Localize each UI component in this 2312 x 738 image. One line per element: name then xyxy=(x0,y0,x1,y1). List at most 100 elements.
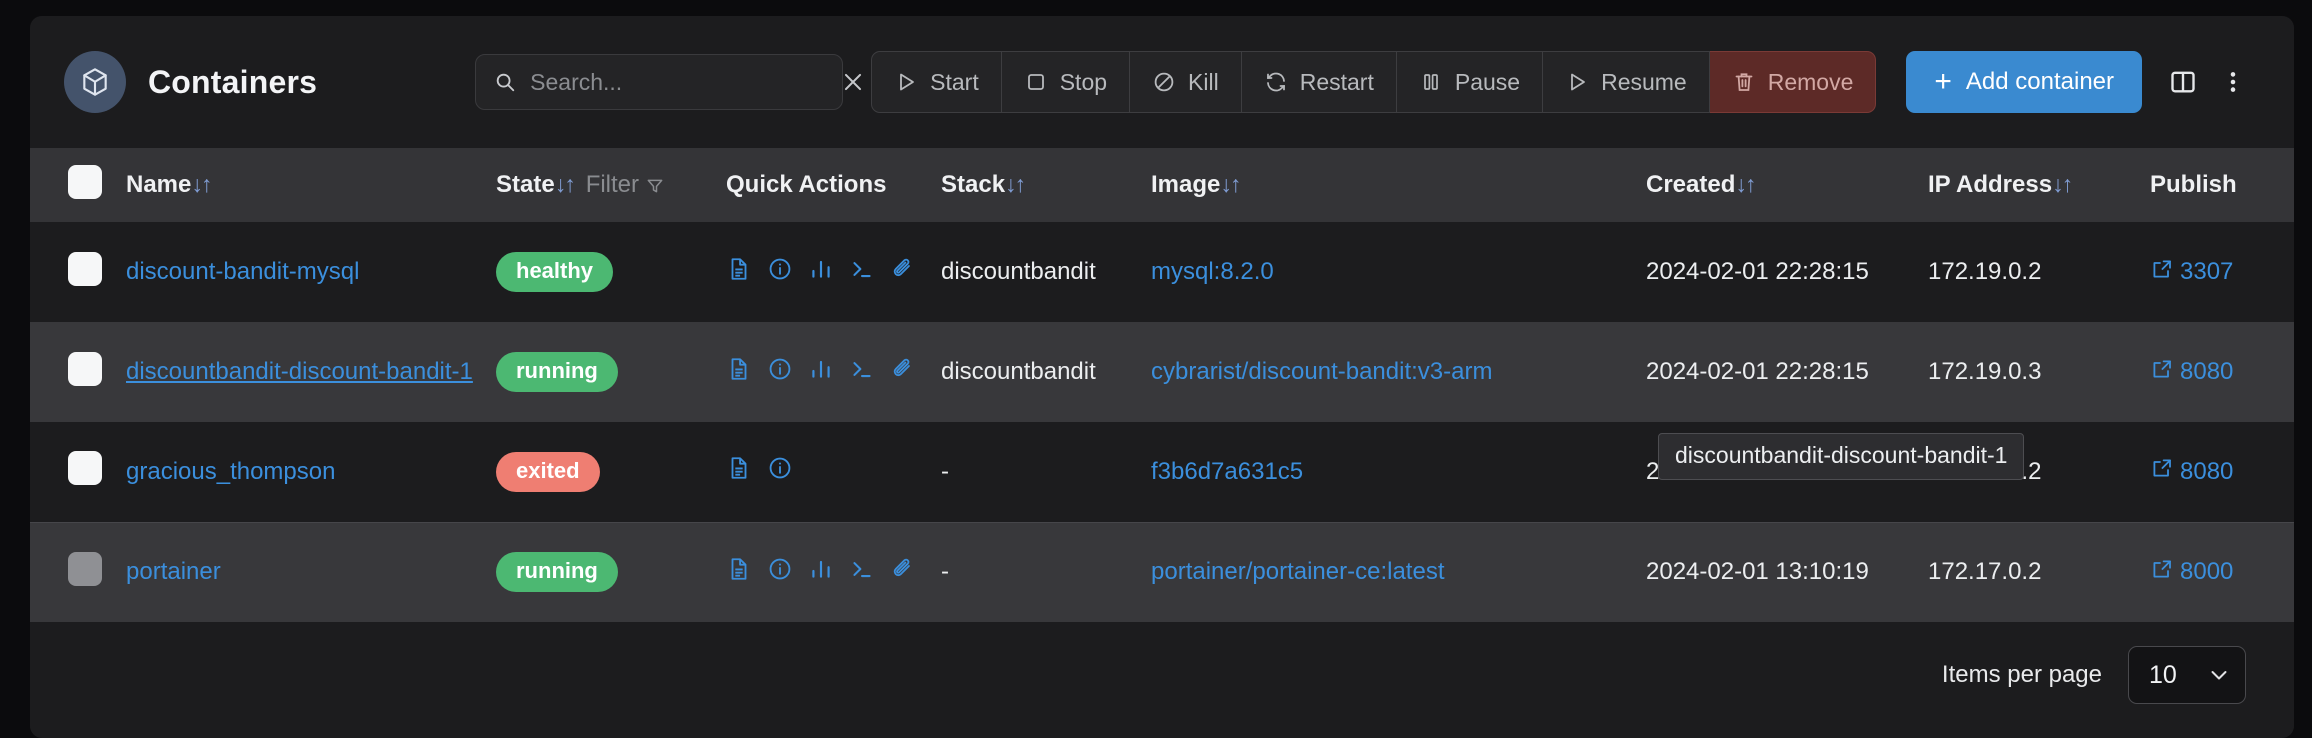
console-icon[interactable] xyxy=(849,256,875,289)
logs-icon[interactable] xyxy=(726,455,752,488)
stop-button-label: Stop xyxy=(1059,68,1108,95)
attach-icon[interactable] xyxy=(890,356,916,389)
stats-icon[interactable] xyxy=(808,256,834,289)
remove-button-label: Remove xyxy=(1767,68,1854,95)
container-name-link[interactable]: discount-bandit-mysql xyxy=(126,258,359,285)
column-header-stack[interactable]: Stack↓↑ xyxy=(941,148,1151,222)
image-link[interactable]: mysql:8.2.0 xyxy=(1151,258,1274,285)
cell-quick-actions xyxy=(726,222,941,322)
cell-published-ports: 3307 xyxy=(2150,222,2294,322)
column-header-created[interactable]: Created↓↑ xyxy=(1646,148,1928,222)
row-checkbox[interactable] xyxy=(68,351,102,386)
start-button[interactable]: Start xyxy=(871,51,1002,113)
logs-icon[interactable] xyxy=(726,356,752,389)
external-link-icon xyxy=(2150,456,2174,487)
sort-icon: ↓↑ xyxy=(1735,171,1756,197)
info-icon[interactable] xyxy=(767,356,793,389)
play-icon xyxy=(900,73,915,91)
search-input[interactable] xyxy=(530,68,827,96)
published-port-link[interactable]: 3307 xyxy=(2150,257,2294,288)
table-row[interactable]: discount-bandit-mysql healthy discountband… xyxy=(30,222,2294,322)
resume-button[interactable]: Resume xyxy=(1543,51,1710,113)
cell-name: gracious_thompson xyxy=(126,422,496,522)
add-container-button[interactable]: + Add container xyxy=(1906,51,2143,113)
plus-icon: + xyxy=(1934,65,1952,98)
console-icon[interactable] xyxy=(849,356,875,389)
logs-icon[interactable] xyxy=(726,256,752,289)
cell-published-ports: 8080 xyxy=(2150,422,2294,522)
stats-icon[interactable] xyxy=(808,556,834,589)
row-select-cell xyxy=(30,422,126,522)
container-name-link[interactable]: gracious_thompson xyxy=(126,458,335,485)
title-group: Containers xyxy=(64,51,317,113)
row-checkbox[interactable] xyxy=(68,451,102,486)
restart-button-label: Restart xyxy=(1299,68,1374,95)
column-header-stack-label: Stack xyxy=(941,171,1006,198)
published-port-link[interactable]: 8000 xyxy=(2150,557,2294,588)
column-header-published-label: Publish xyxy=(2150,171,2237,198)
cell-ip-address: 172.19.0.3 xyxy=(1928,358,2042,385)
table-header: Name↓↑ State↓↑ Filter Quick Actions Stack… xyxy=(30,148,2294,222)
table-row[interactable]: discountbandit-discount-bandit-1 running d… xyxy=(30,322,2294,422)
items-per-page-label: Items per page xyxy=(1941,661,2102,688)
chevron-down-icon xyxy=(2211,671,2227,680)
console-icon[interactable] xyxy=(849,556,875,589)
table-row[interactable]: portainer running - portainer/portainer-ce:… xyxy=(30,522,2294,622)
column-header-name[interactable]: Name↓↑ xyxy=(126,148,496,222)
image-link[interactable]: cybrarist/discount-bandit:v3-arm xyxy=(1151,358,1492,385)
page-title: Containers xyxy=(148,63,318,100)
sort-icon: ↓↑ xyxy=(554,171,576,197)
select-all-checkbox[interactable] xyxy=(68,164,102,199)
close-icon[interactable] xyxy=(840,69,866,95)
funnel-icon[interactable] xyxy=(645,176,665,196)
status-badge: running xyxy=(496,352,618,392)
cell-stack: discountbandit xyxy=(941,358,1096,385)
start-button-label: Start xyxy=(930,68,979,95)
published-port-link[interactable]: 8080 xyxy=(2150,456,2294,487)
stop-button[interactable]: Stop xyxy=(1001,51,1131,113)
attach-icon[interactable] xyxy=(890,256,916,289)
attach-icon[interactable] xyxy=(890,556,916,589)
remove-button[interactable]: Remove xyxy=(1709,51,1877,113)
stats-icon[interactable] xyxy=(808,356,834,389)
row-checkbox[interactable] xyxy=(68,251,102,286)
containers-table: Name↓↑ State↓↑ Filter Quick Actions Stack… xyxy=(30,148,2294,622)
app-root: Containers Start xyxy=(0,0,2312,738)
state-filter-label[interactable]: Filter xyxy=(586,171,639,198)
column-header-state[interactable]: State↓↑ Filter xyxy=(496,148,726,222)
column-header-state-label: State xyxy=(496,171,555,198)
cell-state: running xyxy=(496,522,726,622)
info-icon[interactable] xyxy=(767,455,793,488)
cell-created: 2024-02-01 22:28:15 xyxy=(1646,258,1869,285)
container-name-link[interactable]: discountbandit-discount-bandit-1 xyxy=(126,358,473,385)
play-icon xyxy=(1571,73,1585,91)
status-badge: running xyxy=(496,552,618,593)
items-per-page-select[interactable]: 10 xyxy=(2128,646,2246,704)
column-header-ip-address[interactable]: IP Address↓↑ xyxy=(1928,148,2150,222)
image-link[interactable]: portainer/portainer-ce:latest xyxy=(1151,558,1444,585)
kebab-menu-icon[interactable] xyxy=(2220,65,2246,99)
sort-icon: ↓↑ xyxy=(191,171,212,197)
cell-name: portainer xyxy=(126,522,496,622)
table-header-row: Name↓↑ State↓↑ Filter Quick Actions Stack… xyxy=(30,148,2294,222)
container-name-link[interactable]: portainer xyxy=(126,558,221,585)
kill-button[interactable]: Kill xyxy=(1130,51,1242,113)
add-container-label: Add container xyxy=(1965,68,2115,95)
square-icon xyxy=(1027,74,1044,90)
containers-panel: Containers Start xyxy=(30,16,2294,738)
cube-icon xyxy=(64,51,126,113)
columns-layout-icon[interactable] xyxy=(2166,65,2200,99)
image-link[interactable]: f3b6d7a631c5 xyxy=(1151,458,1303,485)
column-header-image[interactable]: Image↓↑ xyxy=(1151,148,1646,222)
info-icon[interactable] xyxy=(767,256,793,289)
pause-button[interactable]: Pause xyxy=(1396,51,1544,113)
status-badge: healthy xyxy=(496,252,614,292)
logs-icon[interactable] xyxy=(726,556,752,589)
published-port-value: 8000 xyxy=(2180,558,2234,586)
search-box[interactable] xyxy=(475,54,862,110)
published-port-link[interactable]: 8080 xyxy=(2150,357,2294,388)
sort-icon: ↓↑ xyxy=(1005,171,1026,197)
restart-button[interactable]: Restart xyxy=(1241,51,1397,113)
items-per-page-value: 10 xyxy=(2149,660,2177,689)
info-icon[interactable] xyxy=(767,556,793,589)
